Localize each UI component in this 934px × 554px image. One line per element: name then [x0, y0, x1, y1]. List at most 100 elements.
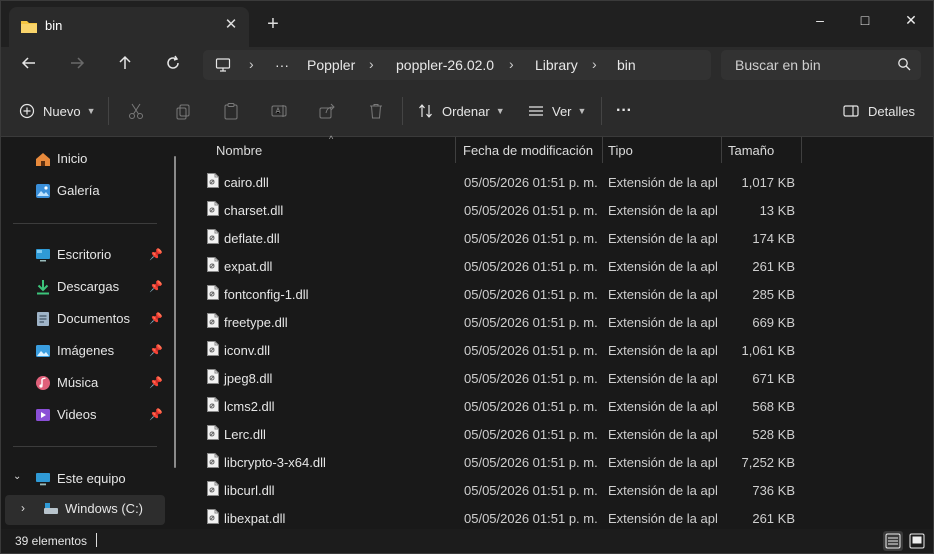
- copy-icon[interactable]: [173, 102, 193, 122]
- chevron-down-icon: ▼: [577, 106, 587, 116]
- music-icon: [35, 375, 51, 391]
- file-row[interactable]: lcms2.dll 05/05/2026 01:51 p. m. Extensión…: [201, 391, 805, 419]
- file-row[interactable]: Lerc.dll 05/05/2026 01:51 p. m. Extensión …: [201, 419, 805, 447]
- sidebar-item-drive-c[interactable]: › Windows (C:): [5, 495, 165, 525]
- file-size: 261 KB: [752, 259, 795, 274]
- chevron-right-icon: ›: [249, 56, 254, 72]
- file-name: charset.dll: [224, 203, 284, 218]
- file-type: Extensión de la apl...: [608, 203, 718, 218]
- chevron-right-icon: ›: [592, 56, 597, 72]
- new-button[interactable]: Nuevo ▼: [19, 99, 96, 123]
- file-row[interactable]: freetype.dll 05/05/2026 01:51 p. m. Extens…: [201, 307, 805, 335]
- sidebar-item-downloads[interactable]: Descargas 📌: [1, 273, 176, 303]
- minimize-button[interactable]: –: [797, 5, 843, 35]
- breadcrumb-library[interactable]: Library: [535, 57, 578, 73]
- file-row[interactable]: fontconfig-1.dll 05/05/2026 01:51 p. m. Ex…: [201, 279, 805, 307]
- paste-icon[interactable]: [221, 102, 241, 122]
- breadcrumb-overflow[interactable]: ···: [275, 57, 289, 73]
- pin-icon[interactable]: 📌: [149, 408, 163, 421]
- search-input[interactable]: Buscar en bin: [721, 50, 921, 80]
- dll-file-icon: [207, 229, 219, 247]
- file-name: libcrypto-3-x64.dll: [224, 455, 326, 470]
- sidebar-item-home[interactable]: Inicio: [1, 145, 176, 175]
- details-label: Detalles: [868, 103, 915, 119]
- file-name: jpeg8.dll: [224, 371, 273, 386]
- chevron-right-icon[interactable]: ›: [21, 501, 25, 515]
- column-header-type[interactable]: Tipo: [603, 137, 721, 163]
- plus-icon[interactable]: +: [263, 14, 283, 35]
- details-view-button[interactable]: [883, 531, 903, 551]
- dll-file-icon: [207, 481, 219, 499]
- home-icon: [35, 151, 51, 167]
- column-divider[interactable]: [455, 137, 456, 163]
- details-button[interactable]: Detalles: [843, 99, 915, 123]
- more-options-button[interactable]: ···: [616, 99, 632, 123]
- dll-file-icon: [207, 257, 219, 275]
- file-row[interactable]: cairo.dll 05/05/2026 01:51 p. m. Extensión…: [201, 167, 805, 195]
- details-pane-icon: [843, 105, 859, 117]
- view-button[interactable]: Ver ▼: [528, 99, 586, 123]
- file-row[interactable]: deflate.dll 05/05/2026 01:51 p. m. Extensi…: [201, 223, 805, 251]
- navigation-pane: Inicio Galería Escritorio 📌 Descargas 📌: [1, 137, 184, 529]
- file-row[interactable]: jpeg8.dll 05/05/2026 01:51 p. m. Extensión…: [201, 363, 805, 391]
- pin-icon[interactable]: 📌: [149, 312, 163, 325]
- sidebar-item-pictures[interactable]: Imágenes 📌: [1, 337, 176, 367]
- cut-icon[interactable]: [126, 102, 146, 122]
- chevron-down-icon[interactable]: ⌄: [13, 471, 21, 482]
- file-row[interactable]: libexpat.dll 05/05/2026 01:51 p. m. Extens…: [201, 503, 805, 531]
- file-row[interactable]: libcrypto-3-x64.dll 05/05/2026 01:51 p. m…: [201, 447, 805, 475]
- forward-arrow-icon[interactable]: [63, 53, 91, 79]
- dll-file-icon: [207, 201, 219, 219]
- sidebar-item-gallery[interactable]: Galería: [1, 177, 176, 207]
- pin-icon[interactable]: 📌: [149, 280, 163, 293]
- file-row[interactable]: libcurl.dll 05/05/2026 01:51 p. m. Extensi…: [201, 475, 805, 503]
- desktop-icon: [35, 247, 51, 263]
- pin-icon[interactable]: 📌: [149, 248, 163, 261]
- file-modified: 05/05/2026 01:51 p. m.: [464, 399, 598, 414]
- breadcrumb-bin[interactable]: bin: [617, 57, 636, 73]
- column-header-name[interactable]: Nombre: [201, 137, 455, 163]
- column-divider[interactable]: [801, 137, 802, 163]
- tab-bin[interactable]: bin ✕: [9, 7, 249, 47]
- share-icon[interactable]: [317, 102, 337, 122]
- back-arrow-icon[interactable]: [15, 53, 43, 79]
- address-bar[interactable]: › ··· Poppler › poppler-26.02.0 › Librar…: [203, 50, 711, 80]
- drive-icon: [43, 502, 59, 519]
- file-row[interactable]: expat.dll 05/05/2026 01:51 p. m. Extensión…: [201, 251, 805, 279]
- rename-icon[interactable]: [269, 102, 289, 122]
- delete-icon[interactable]: [366, 102, 386, 122]
- sidebar-item-this-pc[interactable]: ⌄ Este equipo: [1, 465, 176, 495]
- file-type: Extensión de la apl...: [608, 371, 718, 386]
- maximize-button[interactable]: □: [842, 5, 888, 35]
- close-tab-icon[interactable]: ✕: [221, 15, 241, 35]
- sidebar-item-music[interactable]: Música 📌: [1, 369, 176, 399]
- sidebar-scrollbar[interactable]: [174, 156, 176, 468]
- sidebar-item-desktop[interactable]: Escritorio 📌: [1, 241, 176, 271]
- file-modified: 05/05/2026 01:51 p. m.: [464, 483, 598, 498]
- close-window-button[interactable]: ✕: [888, 5, 934, 35]
- sidebar-item-documents[interactable]: Documentos 📌: [1, 305, 176, 335]
- pin-icon[interactable]: 📌: [149, 376, 163, 389]
- file-size: 13 KB: [759, 203, 795, 218]
- file-type: Extensión de la apl...: [608, 231, 718, 246]
- sidebar-item-label: Inicio: [57, 151, 88, 166]
- view-label: Ver: [552, 103, 572, 119]
- dll-file-icon: [207, 313, 219, 331]
- sort-button[interactable]: Ordenar ▼: [418, 99, 505, 123]
- large-icons-view-icon: [909, 533, 925, 549]
- sidebar-item-videos[interactable]: Videos 📌: [1, 401, 176, 431]
- pin-icon[interactable]: 📌: [149, 344, 163, 357]
- file-row[interactable]: iconv.dll 05/05/2026 01:51 p. m. Extensión…: [201, 335, 805, 363]
- tiles-view-button[interactable]: [907, 531, 927, 551]
- up-arrow-icon[interactable]: [111, 53, 139, 79]
- divider: [13, 446, 157, 447]
- column-header-modified[interactable]: Fecha de modificación: [457, 137, 601, 163]
- videos-icon: [35, 407, 51, 423]
- file-type: Extensión de la apl...: [608, 483, 718, 498]
- file-modified: 05/05/2026 01:51 p. m.: [464, 315, 598, 330]
- refresh-icon[interactable]: [159, 53, 187, 79]
- breadcrumb-version[interactable]: poppler-26.02.0: [396, 57, 494, 73]
- file-row[interactable]: charset.dll 05/05/2026 01:51 p. m. Extensi…: [201, 195, 805, 223]
- breadcrumb-poppler[interactable]: Poppler: [307, 57, 355, 73]
- column-header-size[interactable]: Tamaño: [722, 137, 802, 163]
